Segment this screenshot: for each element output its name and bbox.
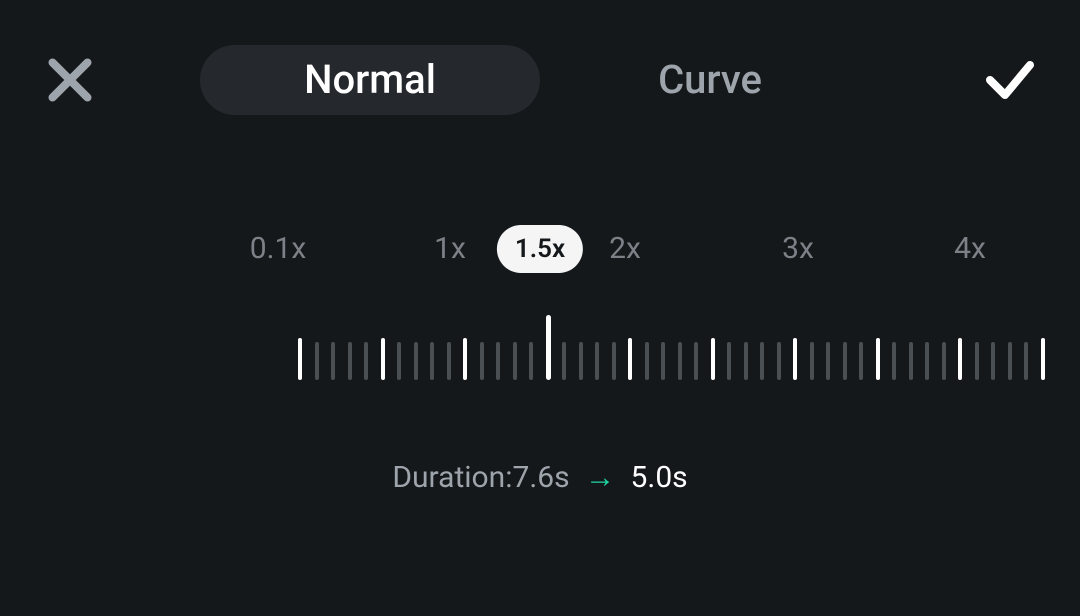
ruler-tick-minor: [496, 342, 500, 380]
speed-scale-labels: 0.1x 1x 1.5x 2x 3x 4x: [0, 225, 1080, 275]
speed-indicator[interactable]: [546, 315, 551, 380]
ruler-tick-minor: [975, 342, 979, 380]
ruler-tick-major: [711, 338, 715, 380]
close-button[interactable]: [40, 50, 100, 110]
ruler-tick-minor: [645, 342, 649, 380]
ruler-tick-minor: [843, 342, 847, 380]
ruler-tick-minor: [513, 342, 517, 380]
ruler-tick-minor: [331, 342, 335, 380]
speed-label-3x[interactable]: 3x: [764, 225, 832, 273]
speed-label-1x[interactable]: 1x: [416, 225, 484, 273]
ruler-tick-minor: [892, 342, 896, 380]
ruler-tick-minor: [562, 342, 566, 380]
duration-label: Duration:: [392, 460, 512, 495]
top-bar: Normal Curve: [0, 40, 1080, 120]
tab-normal[interactable]: Normal: [200, 45, 540, 115]
ruler-tick-minor: [579, 342, 583, 380]
ruler-tick-minor: [480, 342, 484, 380]
ruler-tick-minor: [991, 342, 995, 380]
ruler-tick-major: [793, 338, 797, 380]
ruler-tick-minor: [612, 342, 616, 380]
mode-tabs: Normal Curve: [200, 40, 880, 120]
duration-readout: Duration:7.6s → 5.0s: [0, 460, 1080, 495]
ruler-tick-minor: [760, 342, 764, 380]
ruler-tick-minor: [942, 342, 946, 380]
ruler-tick-minor: [727, 342, 731, 380]
ruler-tick-major: [298, 338, 302, 380]
ruler-tick-minor: [909, 342, 913, 380]
ruler-tick-major: [463, 338, 467, 380]
duration-new: 5.0s: [631, 460, 688, 495]
ruler-tick-minor: [678, 342, 682, 380]
ruler-tick-minor: [694, 342, 698, 380]
speed-label-4x[interactable]: 4x: [936, 225, 1004, 273]
ruler-tick-minor: [777, 342, 781, 380]
speed-label-1-5x-selected[interactable]: 1.5x: [497, 225, 583, 273]
close-icon: [40, 50, 100, 110]
speed-slider-ruler[interactable]: [0, 310, 1080, 380]
ruler-tick-major: [628, 338, 632, 380]
ruler-tick-minor: [315, 342, 319, 380]
speed-label-0-1x[interactable]: 0.1x: [232, 225, 325, 273]
duration-original: 7.6s: [513, 460, 570, 495]
ruler-tick-minor: [826, 342, 830, 380]
ruler-tick-minor: [414, 342, 418, 380]
ruler-tick-minor: [859, 342, 863, 380]
ruler-tick-minor: [1008, 342, 1012, 380]
confirm-button[interactable]: [980, 50, 1040, 110]
ruler-tick-minor: [447, 342, 451, 380]
ruler-tick-major: [381, 338, 385, 380]
ruler-tick-minor: [364, 342, 368, 380]
ruler-tick-major: [1041, 338, 1045, 380]
ruler-tick-minor: [430, 342, 434, 380]
ruler-tick-minor: [529, 342, 533, 380]
ruler-tick-minor: [744, 342, 748, 380]
ruler-tick-minor: [595, 342, 599, 380]
ruler-tick-minor: [1024, 342, 1028, 380]
ruler-tick-minor: [661, 342, 665, 380]
ruler-tick-minor: [810, 342, 814, 380]
ruler-tick-minor: [925, 342, 929, 380]
speed-label-2x[interactable]: 2x: [591, 225, 659, 273]
ruler-tick-minor: [348, 342, 352, 380]
ruler-tick-minor: [397, 342, 401, 380]
ruler-tick-major: [876, 338, 880, 380]
tab-curve[interactable]: Curve: [540, 45, 880, 115]
check-icon: [980, 50, 1040, 110]
arrow-right-icon: →: [577, 460, 623, 495]
ruler-tick-major: [958, 338, 962, 380]
